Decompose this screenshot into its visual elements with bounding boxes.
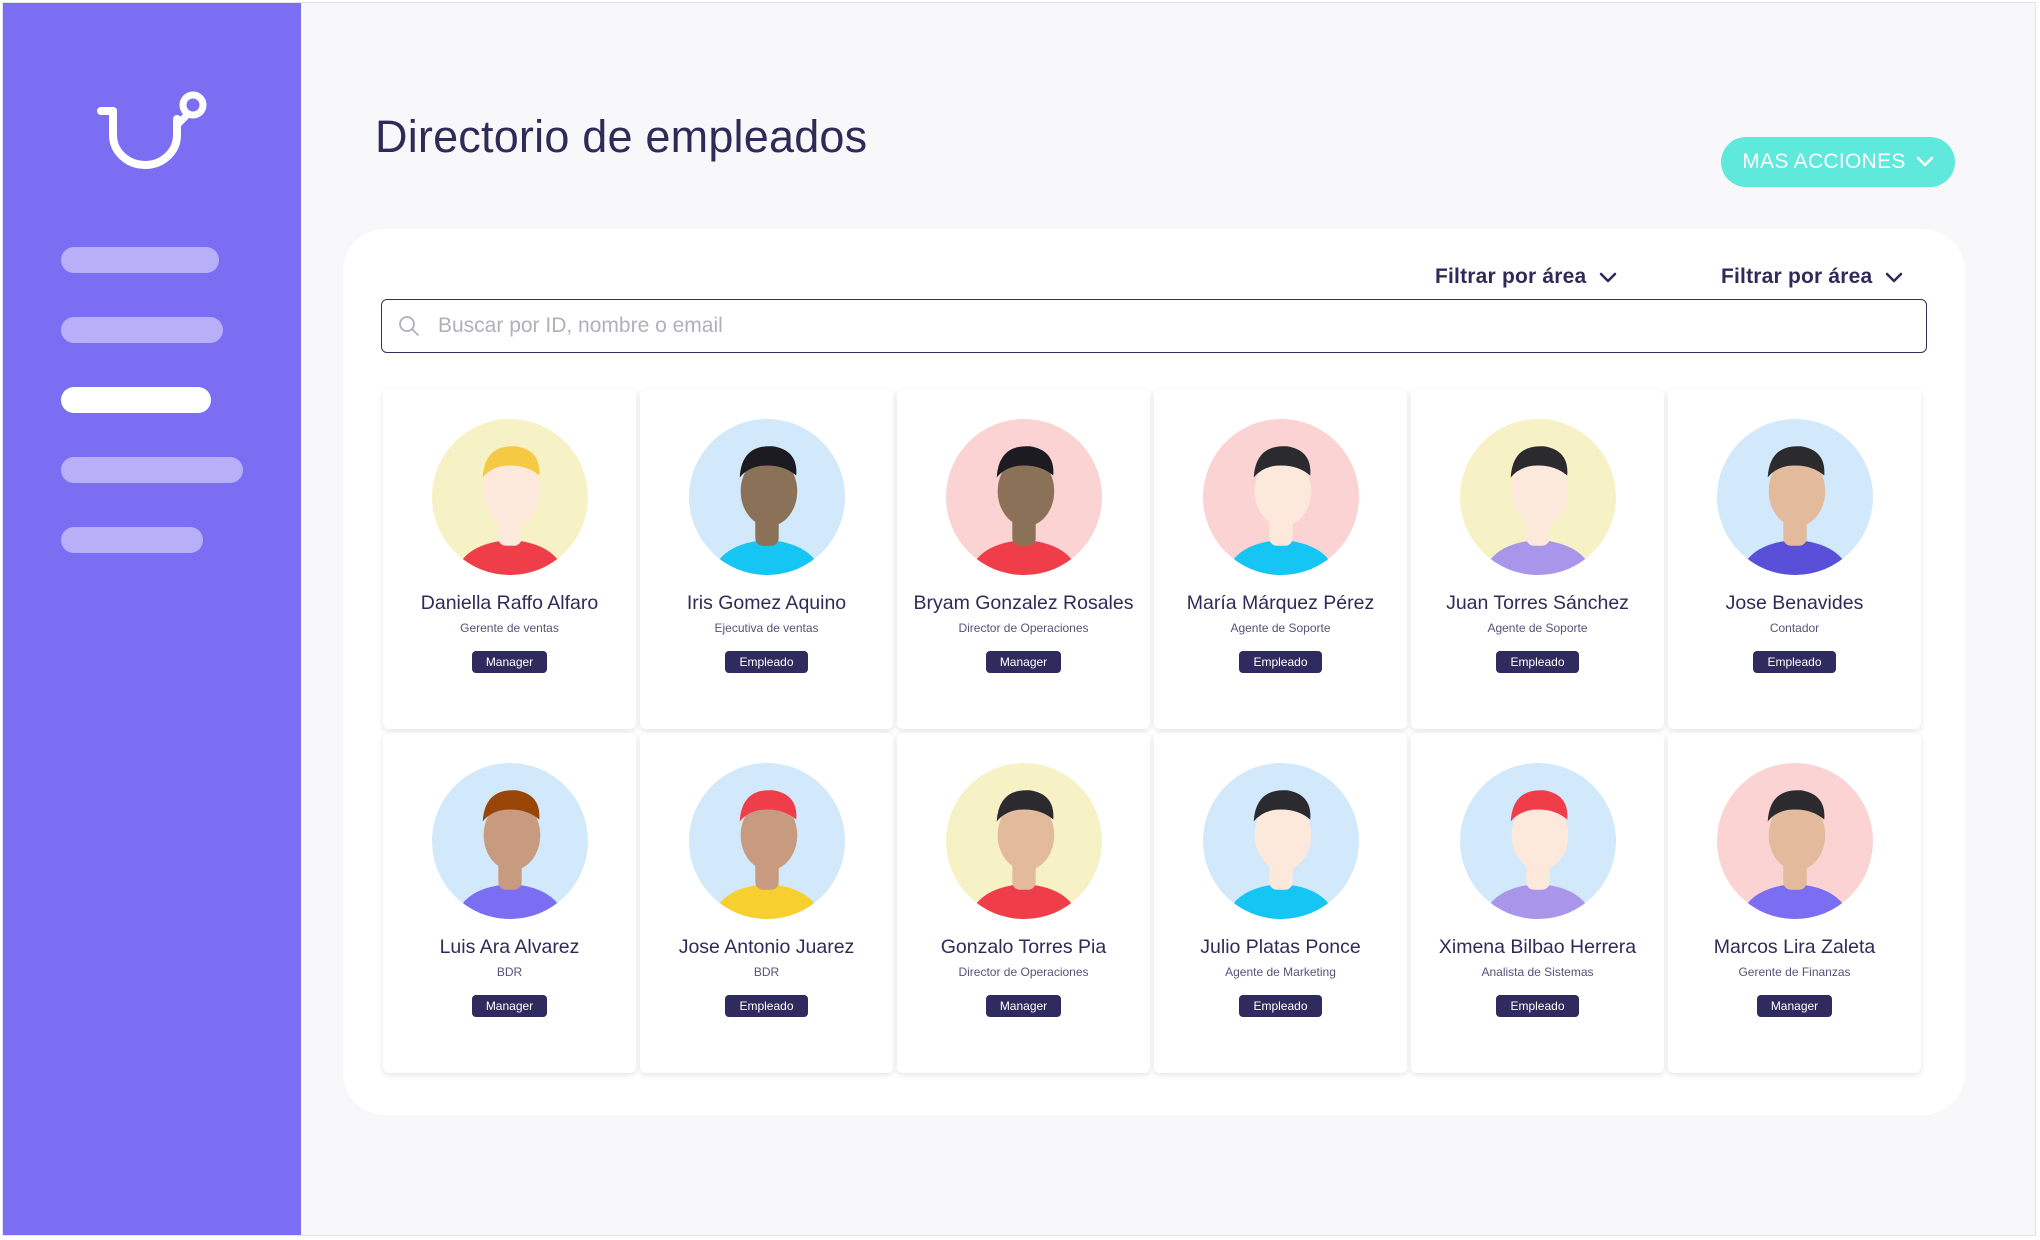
employee-card[interactable]: Daniella Raffo Alfaro Gerente de ventas Ma… [383, 389, 636, 729]
sidebar [3, 3, 301, 1235]
employee-card[interactable]: Bryam Gonzalez Rosales Director de Operac… [897, 389, 1150, 729]
status-badge: Manager [985, 995, 1062, 1017]
status-badge: Manager [1756, 995, 1833, 1017]
employee-name: Gonzalo Torres Pia [940, 936, 1107, 958]
employee-card[interactable]: María Márquez Pérez Agente de Soporte Empl… [1154, 389, 1407, 729]
sidebar-item-4[interactable] [61, 457, 243, 483]
avatar [1459, 763, 1616, 919]
status-badge: Manager [985, 651, 1062, 673]
status-badge: Empleado [1496, 995, 1579, 1017]
page-title: Directorio de empleados [375, 111, 868, 162]
app-logo-icon [97, 91, 207, 169]
employee-name: Ximena Bilbao Herrera [1438, 936, 1637, 958]
employee-role: Agente de Marketing [1225, 965, 1336, 979]
employee-name: Luis Ara Alvarez [439, 936, 580, 958]
sidebar-item-2[interactable] [61, 317, 223, 343]
avatar [1716, 419, 1873, 575]
status-badge: Manager [471, 995, 548, 1017]
app-window: Directorio de empleados MAS ACCIONES Fil… [2, 2, 2036, 1236]
employee-role: BDR [496, 965, 523, 979]
status-badge: Empleado [725, 651, 808, 673]
employee-card[interactable]: Juan Torres Sánchez Agente de Soporte Empl… [1411, 389, 1664, 729]
directory-panel: Filtrar por área Filtrar por área Daniel… [343, 229, 1965, 1115]
sidebar-item-1[interactable] [61, 247, 219, 273]
employee-role: Director de Operaciones [958, 621, 1089, 635]
avatar [1202, 763, 1359, 919]
chevron-down-icon [1600, 272, 1617, 282]
search-box [381, 299, 1927, 353]
status-badge: Empleado [1239, 995, 1322, 1017]
employee-role: Analista de Sistemas [1481, 965, 1594, 979]
employee-card[interactable]: Luis Ara Alvarez BDR Manager [383, 733, 636, 1073]
area-filter-label-1: Filtrar por área [1435, 265, 1587, 288]
status-badge: Empleado [1239, 651, 1322, 673]
employee-role: Ejecutiva de ventas [714, 621, 819, 635]
employee-name: Bryam Gonzalez Rosales [913, 592, 1134, 614]
avatar [945, 763, 1102, 919]
avatar [431, 763, 588, 919]
avatar [1459, 419, 1616, 575]
employee-grid: Daniella Raffo Alfaro Gerente de ventas Ma… [383, 389, 1921, 1073]
employee-name: Iris Gomez Aquino [686, 592, 847, 614]
employee-card[interactable]: Julio Platas Ponce Agente de Marketing Emp… [1154, 733, 1407, 1073]
more-actions-label: MAS ACCIONES [1742, 150, 1906, 173]
search-icon [399, 316, 419, 336]
employee-card[interactable]: Jose Antonio Juarez BDR Empleado [640, 733, 893, 1073]
employee-name: Daniella Raffo Alfaro [420, 592, 599, 614]
employee-name: Juan Torres Sánchez [1446, 592, 1629, 614]
status-badge: Empleado [1496, 651, 1579, 673]
employee-role: Agente de Soporte [1230, 621, 1331, 635]
search-input[interactable] [436, 313, 1926, 339]
avatar [431, 419, 588, 575]
employee-role: Director de Operaciones [958, 965, 1089, 979]
employee-role: BDR [753, 965, 780, 979]
employee-role: Agente de Soporte [1487, 621, 1588, 635]
employee-card[interactable]: Ximena Bilbao Herrera Analista de Sistema… [1411, 733, 1664, 1073]
avatar [688, 763, 845, 919]
status-badge: Empleado [1753, 651, 1836, 673]
employee-name: María Márquez Pérez [1186, 592, 1375, 614]
employee-role: Contador [1769, 621, 1820, 635]
avatar [1202, 419, 1359, 575]
employee-card[interactable]: Iris Gomez Aquino Ejecutiva de ventas Empl… [640, 389, 893, 729]
avatar [688, 419, 845, 575]
area-filter-label-2: Filtrar por área [1721, 265, 1873, 288]
more-actions-button[interactable]: MAS ACCIONES [1721, 137, 1955, 187]
employee-card[interactable]: Gonzalo Torres Pia Director de Operacione… [897, 733, 1150, 1073]
sidebar-item-5[interactable] [61, 527, 203, 553]
area-filter-dropdown-2[interactable]: Filtrar por área [1721, 265, 1904, 289]
employee-role: Gerente de Finanzas [1738, 965, 1851, 979]
avatar [945, 419, 1102, 575]
employee-card[interactable]: Jose Benavides Contador Empleado [1668, 389, 1921, 729]
employee-card[interactable]: Marcos Lira Zaleta Gerente de Finanzas Man… [1668, 733, 1921, 1073]
avatar [1716, 763, 1873, 919]
area-filter-dropdown-1[interactable]: Filtrar por área [1435, 265, 1618, 289]
chevron-down-icon [1916, 156, 1934, 167]
employee-name: Julio Platas Ponce [1200, 936, 1361, 958]
status-badge: Manager [471, 651, 548, 673]
employee-name: Jose Benavides [1725, 592, 1864, 614]
chevron-down-icon [1886, 272, 1903, 282]
status-badge: Empleado [725, 995, 808, 1017]
employee-role: Gerente de ventas [460, 621, 559, 635]
sidebar-item-3-active[interactable] [61, 387, 211, 413]
employee-name: Jose Antonio Juarez [678, 936, 855, 958]
employee-name: Marcos Lira Zaleta [1713, 936, 1876, 958]
